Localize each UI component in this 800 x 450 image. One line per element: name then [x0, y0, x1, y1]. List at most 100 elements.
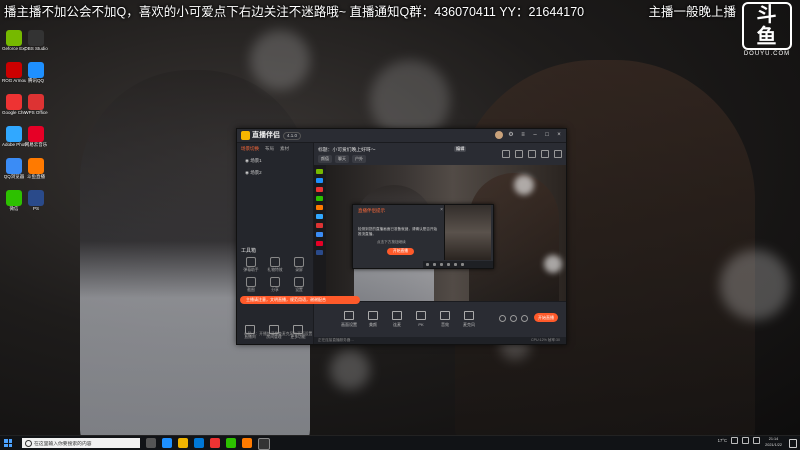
- tool-icon[interactable]: [440, 263, 443, 266]
- dialog-close-icon[interactable]: ×: [440, 207, 443, 213]
- tool-icon[interactable]: [433, 263, 436, 266]
- message-icon[interactable]: [515, 150, 523, 158]
- source-icon[interactable]: [316, 232, 323, 237]
- menu-icon[interactable]: ≡: [519, 131, 527, 139]
- tool-icon[interactable]: [461, 263, 464, 266]
- tool-icon[interactable]: [447, 263, 450, 266]
- scene-item-1[interactable]: ◉ 场景1: [237, 155, 313, 167]
- windows-start-icon[interactable]: [4, 439, 12, 447]
- tab-scenes[interactable]: 场景切换: [241, 146, 259, 152]
- desktop-icon[interactable]: Geforce Experience: [2, 30, 26, 51]
- dialog-subtext: 点击下方按钮继续: [377, 240, 406, 244]
- top-right-icons: [502, 150, 562, 158]
- tool-icon[interactable]: [454, 263, 457, 266]
- minimize-icon[interactable]: –: [531, 131, 539, 139]
- source-icon[interactable]: [316, 214, 323, 219]
- desktop-icon-label: PS: [32, 206, 39, 211]
- desktop-icon-label: Google Chrome: [2, 110, 26, 115]
- camera-toggle-icon[interactable]: [499, 315, 506, 322]
- desktop-icon-label: 微信: [9, 206, 19, 211]
- bokeh-light: [720, 250, 790, 320]
- notice-toast: 主播请注意，文明直播，规范用语，谢谢配合: [240, 296, 360, 304]
- scene-item-2[interactable]: ◉ 场景2: [237, 167, 313, 179]
- tag-chip[interactable]: 颜值: [318, 155, 332, 163]
- toolbar-item[interactable]: 画面设置: [338, 311, 360, 328]
- source-icon[interactable]: [316, 178, 323, 183]
- bokeh-light: [250, 30, 310, 90]
- maximize-icon[interactable]: □: [543, 131, 551, 139]
- expand-icon[interactable]: [554, 150, 562, 158]
- volume-icon[interactable]: [742, 437, 749, 444]
- notification-center-icon[interactable]: [789, 439, 797, 448]
- source-icon[interactable]: [316, 223, 323, 228]
- task-view-icon[interactable]: [146, 438, 156, 448]
- mail-icon[interactable]: [528, 150, 536, 158]
- settings-icon[interactable]: ⚙: [507, 131, 515, 139]
- desktop-icon[interactable]: 腾讯QQ: [24, 62, 48, 83]
- taskbar-search-input[interactable]: 在这里输入你要搜索的内容: [22, 438, 140, 448]
- tool-record[interactable]: 录屏: [288, 257, 310, 273]
- source-icon[interactable]: [316, 250, 323, 255]
- chrome-icon[interactable]: [210, 438, 220, 448]
- obs-icon[interactable]: [258, 438, 270, 450]
- input-method-icon[interactable]: [753, 437, 760, 444]
- speaker-icon[interactable]: [510, 315, 517, 322]
- toolbar-item[interactable]: 美颜: [362, 311, 384, 328]
- tool-share[interactable]: 分享: [264, 277, 286, 293]
- store-icon[interactable]: [194, 438, 204, 448]
- source-icon[interactable]: [316, 169, 323, 174]
- tab-material[interactable]: 素材: [280, 146, 289, 152]
- tool-danmaku[interactable]: 弹幕助手: [240, 257, 262, 273]
- wechat-icon[interactable]: [226, 438, 236, 448]
- mic-icon: [464, 311, 474, 320]
- gear-icon[interactable]: [521, 315, 528, 322]
- system-clock[interactable]: 21:14 2021/1/22: [765, 437, 782, 448]
- desktop-icon[interactable]: Google Chrome: [2, 94, 26, 115]
- tool-screenshot[interactable]: 截图: [240, 277, 262, 293]
- dialog-preview-thumbnail: [444, 205, 491, 260]
- edge-icon[interactable]: [162, 438, 172, 448]
- toolbar-item[interactable]: 连麦: [386, 311, 408, 328]
- desktop-icon[interactable]: ROG Armoury: [2, 62, 26, 83]
- desktop-icon[interactable]: 微信: [2, 190, 26, 211]
- network-icon[interactable]: [731, 437, 738, 444]
- desktop-icon[interactable]: Adobe Photoshop: [2, 126, 26, 147]
- desktop-icon[interactable]: QQ浏览器: [2, 158, 26, 179]
- bell-icon[interactable]: [541, 150, 549, 158]
- desktop-icon[interactable]: PS: [24, 190, 48, 211]
- weather-text[interactable]: 17°C: [718, 438, 727, 443]
- start-live-button[interactable]: 开始直播: [534, 313, 558, 322]
- desktop-icon[interactable]: WPS Office: [24, 94, 48, 115]
- toolbar-item[interactable]: 音效: [434, 311, 456, 328]
- toolbar-item[interactable]: 麦克风: [458, 311, 480, 328]
- versus-icon: [416, 311, 426, 320]
- toolbar-item[interactable]: PK: [410, 311, 432, 327]
- douyu-icon[interactable]: [242, 438, 252, 448]
- tag-chip[interactable]: 户外: [352, 155, 366, 163]
- desktop-icon[interactable]: 网易云音乐: [24, 126, 48, 147]
- close-icon[interactable]: ×: [555, 131, 563, 139]
- logo-sub: DOUYU.COM: [743, 51, 791, 57]
- bokeh-light: [544, 255, 562, 273]
- app-icon: [6, 62, 22, 78]
- dialog-confirm-button[interactable]: 开始直播: [387, 248, 414, 255]
- camera-icon: [246, 277, 256, 287]
- tool-icon[interactable]: [426, 263, 429, 266]
- search-icon: [25, 440, 32, 447]
- tag-chip[interactable]: 聊天: [335, 155, 349, 163]
- source-icon[interactable]: [316, 205, 323, 210]
- folder-icon[interactable]: [178, 438, 188, 448]
- source-icon[interactable]: [316, 241, 323, 246]
- tool-gift[interactable]: 礼物特效: [264, 257, 286, 273]
- notification-icon[interactable]: [502, 150, 510, 158]
- tab-layout[interactable]: 布局: [265, 146, 274, 152]
- tool-settings[interactable]: 设置: [288, 277, 310, 293]
- desktop-icon[interactable]: 斗鱼直播: [24, 158, 48, 179]
- source-icon[interactable]: [316, 196, 323, 201]
- avatar[interactable]: [495, 131, 503, 139]
- desktop-icon[interactable]: OBS Studio: [24, 30, 48, 51]
- edit-title-button[interactable]: 编辑: [454, 146, 467, 152]
- system-tray: 17°C: [718, 437, 760, 444]
- app-titlebar[interactable]: 直播伴侣 4.1.0 ⚙ ≡ – □ ×: [237, 129, 566, 143]
- source-icon[interactable]: [316, 187, 323, 192]
